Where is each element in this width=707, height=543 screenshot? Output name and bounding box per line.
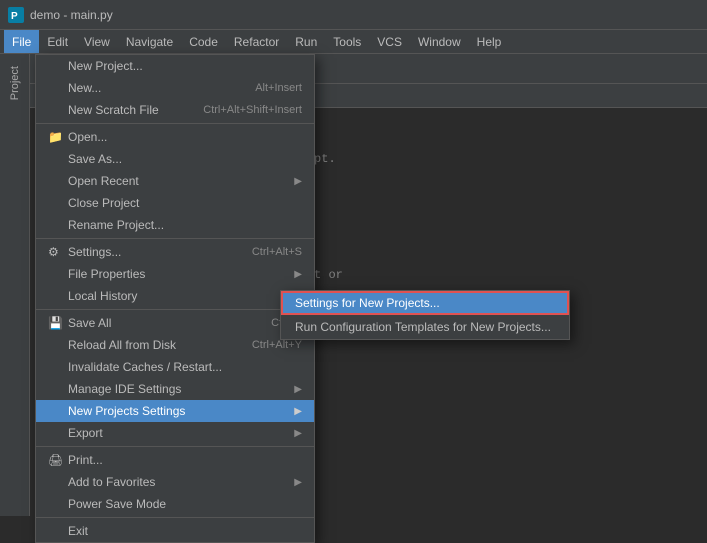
- menu-item-save-as[interactable]: Save As...: [36, 148, 314, 170]
- menu-item-power-save[interactable]: Power Save Mode: [36, 493, 314, 515]
- new-projects-settings-arrow: ▶: [294, 406, 302, 417]
- export-arrow: ▶: [294, 428, 302, 439]
- settings-for-new-label: Settings for New Projects...: [295, 296, 440, 310]
- sep4: [36, 446, 314, 447]
- open-recent-arrow: ▶: [294, 176, 302, 187]
- menu-help[interactable]: Help: [469, 30, 510, 53]
- file-props-arrow: ▶: [294, 269, 302, 280]
- invalidate-label: Invalidate Caches / Restart...: [68, 360, 302, 374]
- title-bar: P demo - main.py: [0, 0, 707, 30]
- menu-refactor[interactable]: Refactor: [226, 30, 287, 53]
- menu-navigate[interactable]: Navigate: [118, 30, 181, 53]
- menu-item-add-favorites[interactable]: Add to Favorites ▶: [36, 471, 314, 493]
- menu-item-new-scratch[interactable]: New Scratch File Ctrl+Alt+Shift+Insert: [36, 99, 314, 121]
- settings-label: Settings...: [68, 245, 232, 259]
- add-favorites-label: Add to Favorites: [68, 475, 294, 489]
- menu-edit[interactable]: Edit: [39, 30, 76, 53]
- print-label: Print...: [68, 453, 302, 467]
- menu-item-save-all[interactable]: 💾 Save All Ctrl+S: [36, 312, 314, 334]
- open-recent-label: Open Recent: [68, 174, 294, 188]
- title-text: demo - main.py: [30, 8, 113, 22]
- menu-item-exit[interactable]: Exit: [36, 520, 314, 542]
- sep2: [36, 238, 314, 239]
- export-label: Export: [68, 426, 294, 440]
- menu-item-settings[interactable]: ⚙ Settings... Ctrl+Alt+S: [36, 241, 314, 263]
- menu-window[interactable]: Window: [410, 30, 469, 53]
- reload-shortcut: Ctrl+Alt+Y: [252, 339, 302, 351]
- sep5: [36, 517, 314, 518]
- sidebar-project-tab[interactable]: Project: [5, 58, 25, 108]
- file-dropdown-menu: New Project... New... Alt+Insert New Scr…: [35, 54, 315, 543]
- new-scratch-label: New Scratch File: [68, 103, 183, 117]
- menu-item-rename-project[interactable]: Rename Project...: [36, 214, 314, 236]
- menu-item-print[interactable]: 🖨 Print...: [36, 449, 314, 471]
- exit-label: Exit: [68, 524, 302, 538]
- menu-code[interactable]: Code: [181, 30, 226, 53]
- menu-item-close-project[interactable]: Close Project: [36, 192, 314, 214]
- menu-item-reload[interactable]: Reload All from Disk Ctrl+Alt+Y: [36, 334, 314, 356]
- settings-shortcut: Ctrl+Alt+S: [252, 246, 302, 258]
- new-projects-settings-label: New Projects Settings: [68, 404, 294, 418]
- menu-item-open[interactable]: 📁 Open...: [36, 126, 314, 148]
- local-history-label: Local History: [68, 289, 294, 303]
- menu-vcs[interactable]: VCS: [369, 30, 410, 53]
- menu-view[interactable]: View: [76, 30, 118, 53]
- new-scratch-shortcut: Ctrl+Alt+Shift+Insert: [203, 104, 302, 116]
- folder-icon: 📁: [48, 130, 68, 144]
- new-label: New...: [68, 81, 235, 95]
- menu-item-invalidate[interactable]: Invalidate Caches / Restart...: [36, 356, 314, 378]
- new-projects-settings-submenu: Settings for New Projects... Run Configu…: [280, 290, 570, 340]
- menu-run[interactable]: Run: [287, 30, 325, 53]
- save-icon: 💾: [48, 316, 68, 330]
- save-all-label: Save All: [68, 316, 251, 330]
- sep1: [36, 123, 314, 124]
- manage-ide-label: Manage IDE Settings: [68, 382, 294, 396]
- sep3: [36, 309, 314, 310]
- menu-item-new-projects-settings[interactable]: New Projects Settings ▶: [36, 400, 314, 422]
- new-project-label: New Project...: [68, 59, 302, 73]
- reload-label: Reload All from Disk: [68, 338, 232, 352]
- menu-bar: File Edit View Navigate Code Refactor Ru…: [0, 30, 707, 54]
- run-config-label: Run Configuration Templates for New Proj…: [295, 320, 551, 334]
- rename-project-label: Rename Project...: [68, 218, 302, 232]
- menu-item-file-props[interactable]: File Properties ▶: [36, 263, 314, 285]
- menu-item-new-project[interactable]: New Project...: [36, 55, 314, 77]
- menu-item-open-recent[interactable]: Open Recent ▶: [36, 170, 314, 192]
- file-props-label: File Properties: [68, 267, 294, 281]
- menu-tools[interactable]: Tools: [325, 30, 369, 53]
- submenu-item-settings-for-new[interactable]: Settings for New Projects...: [281, 291, 569, 315]
- settings-gear-icon: ⚙: [48, 245, 68, 259]
- sidebar: Project: [0, 54, 30, 516]
- svg-text:P: P: [11, 11, 18, 22]
- add-favorites-arrow: ▶: [294, 477, 302, 488]
- open-label: Open...: [68, 130, 302, 144]
- submenu-item-run-config[interactable]: Run Configuration Templates for New Proj…: [281, 315, 569, 339]
- print-icon: 🖨: [48, 453, 68, 467]
- menu-item-export[interactable]: Export ▶: [36, 422, 314, 444]
- menu-item-manage-ide[interactable]: Manage IDE Settings ▶: [36, 378, 314, 400]
- close-project-label: Close Project: [68, 196, 302, 210]
- new-shortcut: Alt+Insert: [255, 82, 302, 94]
- menu-file[interactable]: File: [4, 30, 39, 53]
- save-as-label: Save As...: [68, 152, 302, 166]
- power-save-label: Power Save Mode: [68, 497, 302, 511]
- manage-ide-arrow: ▶: [294, 384, 302, 395]
- menu-item-local-history[interactable]: Local History ▶: [36, 285, 314, 307]
- app-icon: P: [8, 7, 24, 23]
- menu-item-new[interactable]: New... Alt+Insert: [36, 77, 314, 99]
